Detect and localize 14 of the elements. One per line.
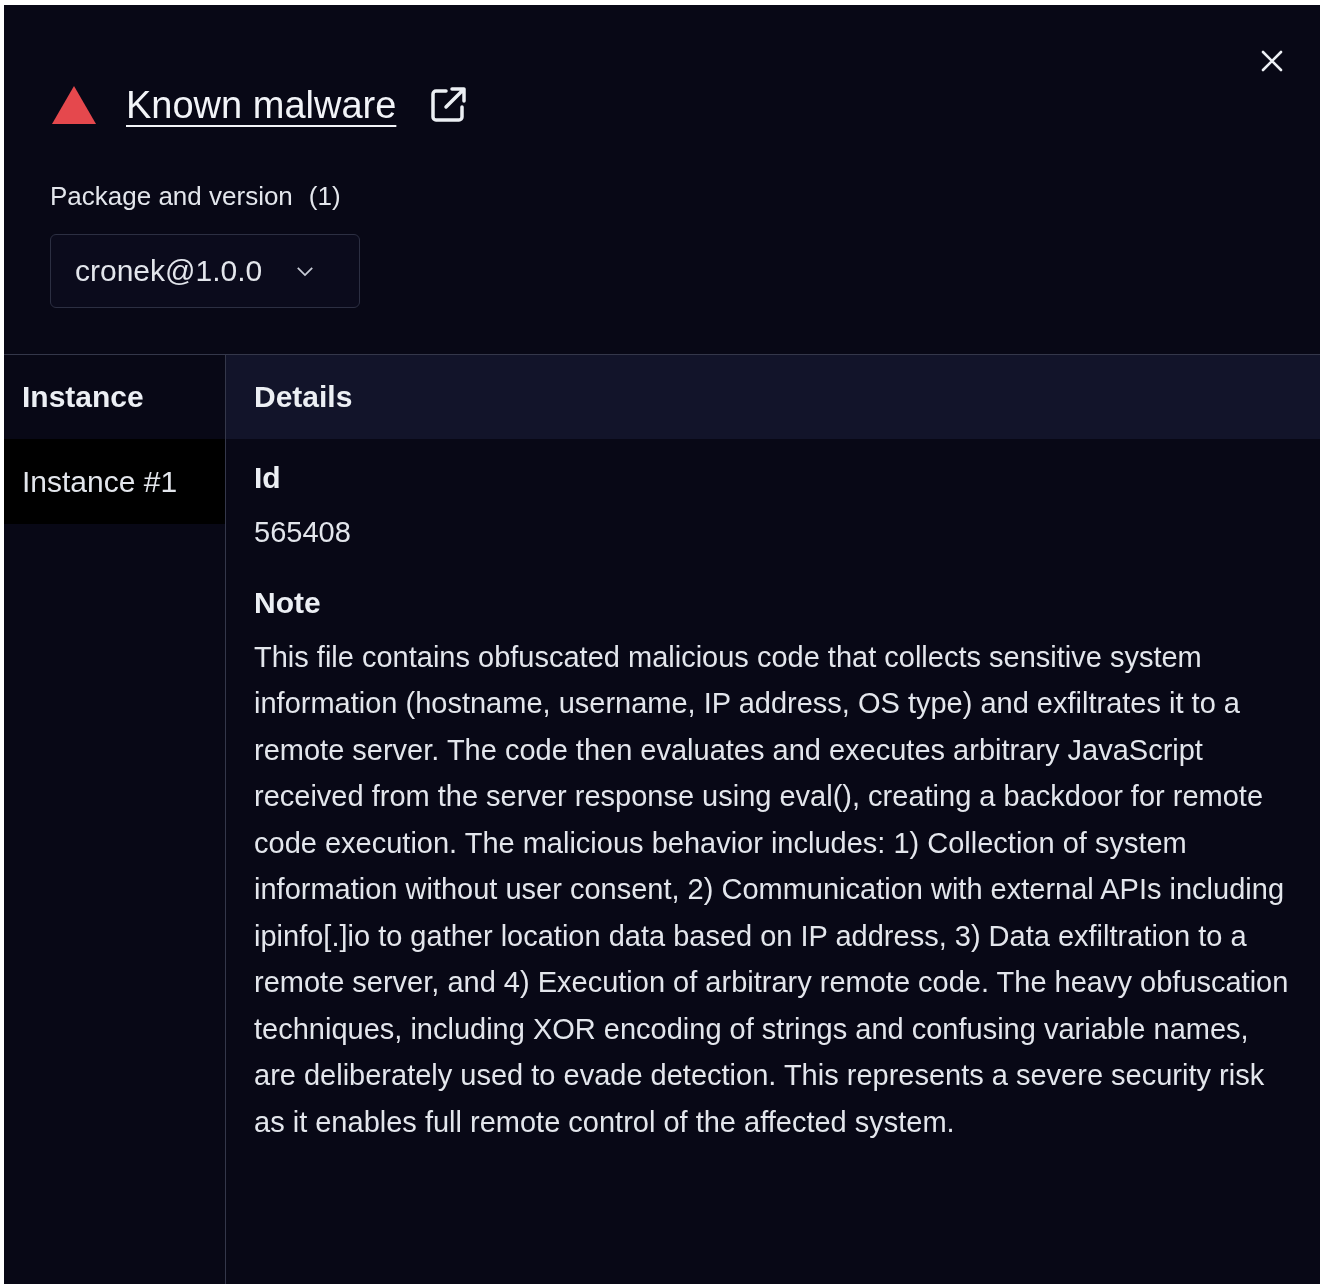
instance-item[interactable]: Instance #1 xyxy=(4,439,225,524)
malware-link[interactable]: Known malware xyxy=(126,83,397,127)
field-label: Package and version xyxy=(50,181,293,212)
package-dropdown[interactable]: cronek@1.0.0 xyxy=(50,234,360,308)
column-header: Details xyxy=(226,355,1320,439)
detail-value: This file contains obfuscated malicious code that collects sensitive system information (hostname, username, IP address, OS type) and exfiltrates it to a remote server. The code then evaluates and executes arbitrary JavaScript received from the server response using eval(), creating a backdoor for remote code execution. The malicious behavior includes: 1) Collection of system information without user consent, 2) Communication with external APIs including ipinfo[.]io to gather location data based on IP address, 3) Data exfiltration to a remote server, and 4) Execution of arbitrary remote code. The heavy obfuscation techniques, including XOR encoding of strings and confusing variable names, are deliberately used to evade detection. This represents a severe security risk as it enables full remote control of the affected system. xyxy=(254,639,1290,1140)
close-icon[interactable] xyxy=(1260,49,1284,73)
detail-value: 565408 xyxy=(254,515,352,550)
warning-icon xyxy=(52,86,96,124)
chevron-down-icon xyxy=(296,265,315,277)
detail-label: Note xyxy=(254,585,322,620)
detail-label: Id xyxy=(254,461,282,495)
package-count: (1) xyxy=(308,181,341,212)
external-link-icon[interactable] xyxy=(428,85,469,125)
